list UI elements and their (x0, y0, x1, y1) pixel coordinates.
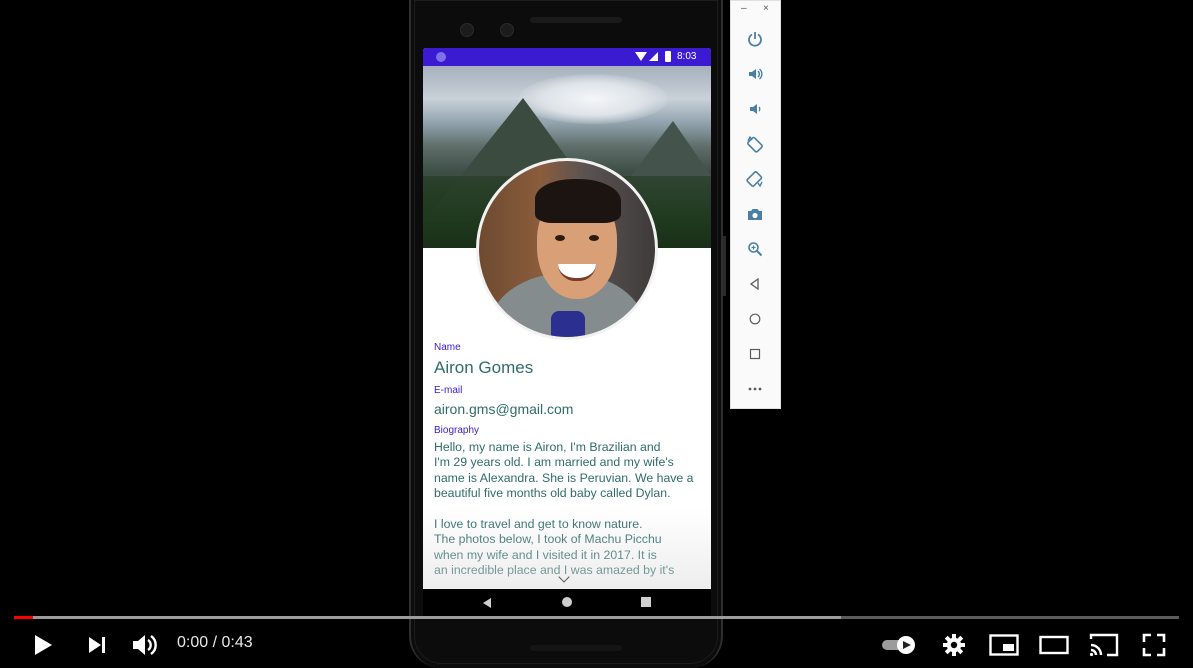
theater-mode-icon[interactable] (1038, 632, 1070, 658)
next-icon[interactable] (84, 632, 110, 658)
name-label: Name (434, 342, 461, 353)
status-time: 8:03 (677, 51, 697, 62)
autoplay-toggle[interactable] (880, 632, 918, 658)
cast-icon[interactable] (1088, 632, 1120, 658)
back-icon[interactable] (745, 274, 765, 294)
signal-icon (649, 52, 658, 61)
emulator-toolbar: – × (730, 0, 781, 409)
earpiece-speaker (530, 17, 622, 23)
close-button[interactable]: × (763, 3, 769, 14)
settings-icon[interactable] (940, 632, 968, 658)
back-icon[interactable] (483, 598, 491, 608)
time-display: 0:00 / 0:43 (177, 634, 253, 651)
overview-icon[interactable] (745, 344, 765, 364)
more-icon[interactable] (745, 379, 765, 399)
rotate-left-icon[interactable] (745, 134, 765, 154)
front-camera-icon (460, 23, 474, 37)
fullscreen-icon[interactable] (1140, 632, 1168, 658)
status-bar: 8:03 (423, 48, 711, 66)
battery-icon (665, 51, 671, 62)
camera-icon[interactable] (745, 204, 765, 224)
progress-buffered (14, 616, 841, 619)
name-value: Airon Gomes (434, 358, 534, 377)
home-icon[interactable] (562, 597, 572, 607)
side-button (723, 236, 726, 296)
minimize-button[interactable]: – (741, 3, 747, 14)
recents-icon[interactable] (641, 597, 651, 607)
biography-label: Biography (434, 425, 480, 436)
volume-down-icon[interactable] (745, 99, 765, 119)
play-icon[interactable] (30, 632, 56, 658)
email-value: airon.gms@gmail.com (434, 401, 574, 417)
email-label: E-mail (434, 385, 463, 396)
zoom-icon[interactable] (745, 239, 765, 259)
volume-up-icon[interactable] (745, 64, 765, 84)
volume-icon[interactable] (130, 632, 160, 658)
android-nav-bar (423, 589, 711, 617)
rotate-right-icon[interactable] (745, 169, 765, 189)
home-icon[interactable] (745, 309, 765, 329)
progress-played (14, 616, 33, 619)
profile-avatar[interactable] (476, 158, 658, 340)
bottom-speaker (530, 645, 622, 651)
wifi-icon (635, 52, 647, 61)
miniplayer-icon[interactable] (988, 632, 1020, 658)
notification-icon (436, 52, 446, 62)
front-sensor-icon (500, 23, 514, 37)
power-icon[interactable] (745, 29, 765, 49)
phone-screen: 8:03 Name Airon Gomes E-mail airon.gms@g… (423, 48, 711, 617)
